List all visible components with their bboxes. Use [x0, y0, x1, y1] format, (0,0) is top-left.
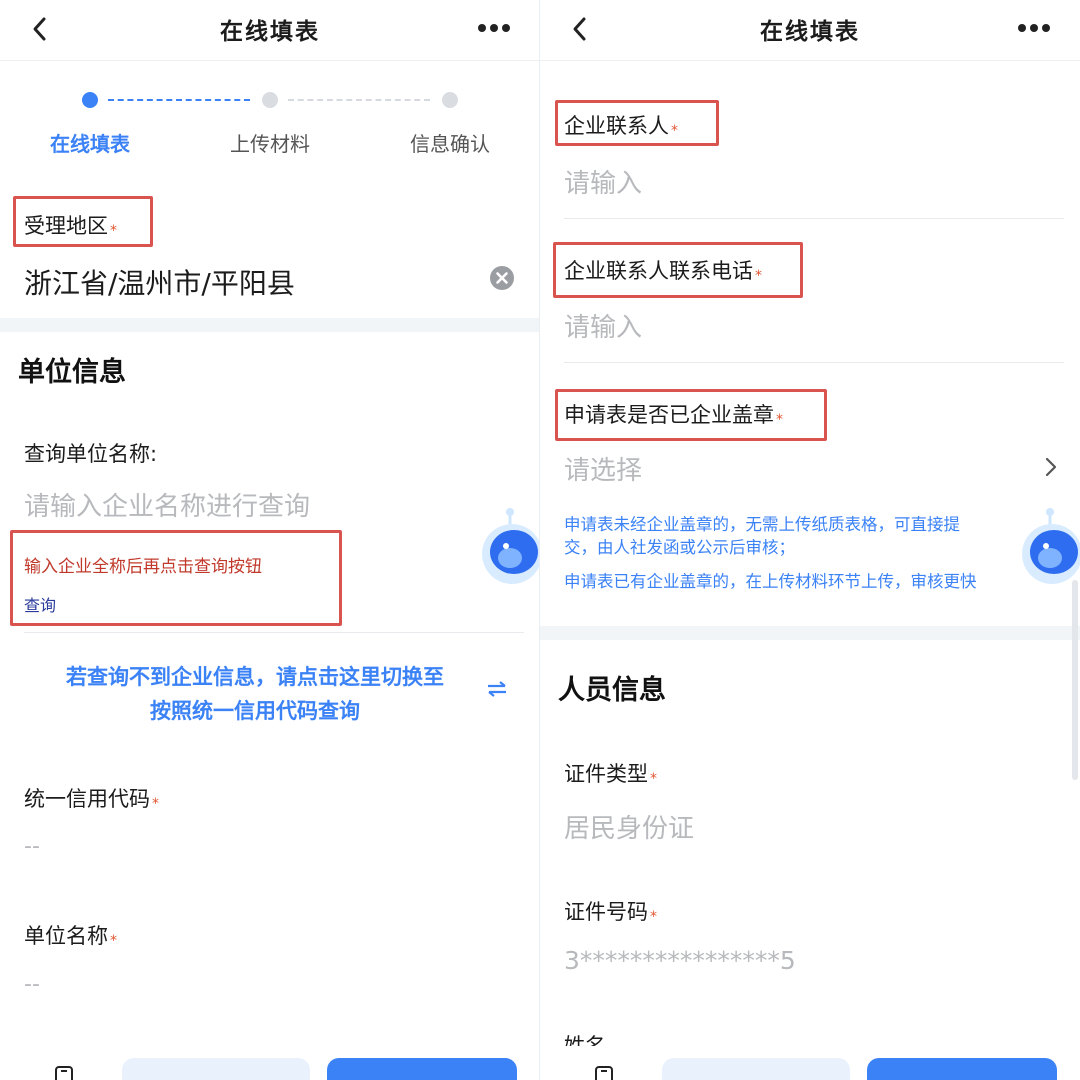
region-value[interactable]: 浙江省/温州市/平阳县: [24, 262, 295, 302]
seal-note-1-line-1: 申请表未经企业盖章的，无需上传纸质表格，可直接提: [564, 515, 960, 534]
unit-section-title: 单位信息: [18, 357, 126, 388]
divider: [24, 632, 524, 633]
id-number-label: 证件号码 *: [564, 896, 657, 926]
seal-note-1: 申请表未经企业盖章的，无需上传纸质表格，可直接提 交，由人社发函或公示后审核；: [564, 513, 1034, 559]
required-mark: *: [671, 123, 678, 139]
robot-assistant-icon[interactable]: [480, 496, 540, 596]
region-label: 受理地区 *: [24, 210, 117, 240]
credit-code-label-text: 统一信用代码: [24, 787, 150, 811]
step-dot: [442, 92, 458, 108]
right-screen: 在线填表 企业联系人 * 请输入 企业联系人联系电话 * 请输入 申请表是否已企业盖…: [540, 0, 1080, 1080]
phone-icon[interactable]: [594, 1066, 614, 1080]
person-section-title: 人员信息: [558, 675, 666, 706]
nav-bar: 在线填表: [0, 0, 540, 61]
required-mark: *: [650, 771, 657, 787]
unit-name-value[interactable]: --: [24, 972, 40, 997]
query-link[interactable]: 查询: [24, 592, 56, 616]
unit-name-label: 单位名称 *: [24, 920, 117, 950]
id-type-value[interactable]: 居民身份证: [564, 808, 694, 845]
unit-name-label-text: 单位名称: [24, 924, 108, 948]
required-mark: *: [755, 268, 762, 284]
phone-icon[interactable]: [54, 1066, 74, 1080]
step-line: [288, 99, 430, 101]
required-mark: *: [110, 933, 117, 949]
seal-note-2: 申请表已有企业盖章的，在上传材料环节上传，审核更快: [564, 572, 977, 591]
seal-label-text: 申请表是否已企业盖章: [564, 403, 774, 427]
switch-line-1: 若查询不到企业信息，请点击这里切换至: [66, 665, 444, 689]
primary-button[interactable]: [867, 1058, 1057, 1080]
page-title: 在线填表: [220, 19, 320, 45]
step-label-upload[interactable]: 上传材料: [195, 128, 345, 157]
query-label: 查询单位名称:: [24, 442, 158, 466]
scrollbar[interactable]: [1072, 580, 1078, 780]
seal-note-1-line-2: 交，由人社发函或公示后审核；: [564, 538, 795, 557]
phone-input[interactable]: 请输入: [564, 307, 642, 344]
step-label-confirm[interactable]: 信息确认: [375, 128, 525, 157]
contact-label: 企业联系人 *: [564, 110, 678, 140]
required-mark: *: [776, 412, 783, 428]
highlight-box: [10, 530, 342, 626]
switch-line-2: 按照统一信用代码查询: [150, 699, 360, 723]
left-screen: 在线填表 在线填表 上传材料 信息确认 受理地区 * 浙江省/温州市/平阳县 单位…: [0, 0, 540, 1080]
phone-label-text: 企业联系人联系电话: [564, 259, 753, 283]
credit-code-label: 统一信用代码 *: [24, 783, 159, 813]
secondary-button[interactable]: [662, 1058, 850, 1080]
section-gap: [0, 318, 540, 332]
divider: [564, 362, 1064, 363]
switch-icon[interactable]: [486, 680, 508, 698]
required-mark: *: [152, 796, 159, 812]
query-input[interactable]: 请输入企业名称进行查询: [24, 486, 310, 523]
required-mark: *: [110, 223, 117, 239]
page-title: 在线填表: [760, 19, 860, 45]
divider: [564, 218, 1064, 219]
credit-code-value[interactable]: --: [24, 834, 40, 859]
id-type-label-text: 证件类型: [564, 762, 648, 786]
step-dot: [262, 92, 278, 108]
step-line: [108, 99, 250, 101]
seal-label: 申请表是否已企业盖章 *: [564, 399, 783, 429]
chevron-right-icon[interactable]: [1044, 456, 1058, 478]
query-hint: 输入企业全称后再点击查询按钮: [24, 557, 262, 577]
required-mark: *: [650, 909, 657, 925]
contact-input[interactable]: 请输入: [564, 163, 642, 200]
section-gap: [540, 626, 1080, 640]
region-label-text: 受理地区: [24, 214, 108, 238]
switch-query-link[interactable]: 若查询不到企业信息，请点击这里切换至 按照统一信用代码查询: [30, 660, 480, 728]
more-icon[interactable]: [1018, 24, 1054, 34]
step-dot-active: [82, 92, 98, 108]
more-icon[interactable]: [478, 24, 514, 34]
secondary-button[interactable]: [122, 1058, 310, 1080]
clear-icon[interactable]: [489, 265, 515, 291]
nav-bar: 在线填表: [540, 0, 1080, 61]
primary-button[interactable]: [327, 1058, 517, 1080]
id-number-label-text: 证件号码: [564, 900, 648, 924]
robot-assistant-icon[interactable]: [1020, 496, 1080, 596]
id-type-label: 证件类型 *: [564, 758, 657, 788]
id-number-value[interactable]: 3****************5: [564, 946, 796, 975]
step-label-fill-form[interactable]: 在线填表: [15, 128, 165, 157]
contact-label-text: 企业联系人: [564, 114, 669, 138]
seal-select[interactable]: 请选择: [564, 450, 642, 487]
phone-label: 企业联系人联系电话 *: [564, 255, 762, 285]
